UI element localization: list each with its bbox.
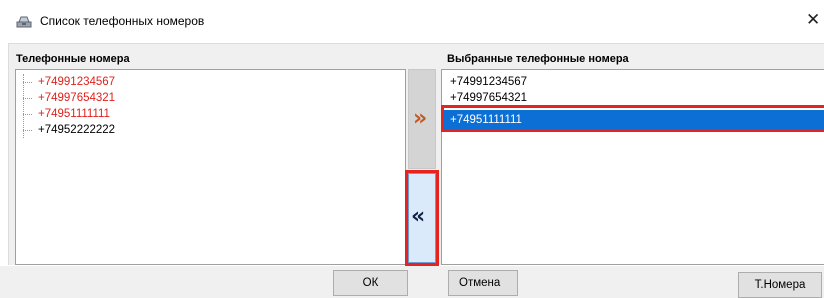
list-item[interactable]: +74952222222 — [38, 122, 115, 138]
list-item[interactable]: +74997654321 — [38, 90, 115, 106]
list-item[interactable]: +74991234567 — [38, 74, 115, 90]
remove-from-selected-button[interactable]: « — [408, 173, 436, 263]
list-item[interactable]: +74991234567 — [450, 74, 527, 90]
ok-button[interactable]: ОК — [333, 270, 408, 296]
list-item[interactable]: +74951111111 — [38, 106, 110, 122]
selected-list-item[interactable]: +74951111111 — [442, 110, 824, 130]
phone-icon — [16, 14, 32, 28]
close-icon[interactable]: ✕ — [806, 8, 824, 32]
double-chevron-right-icon: » — [413, 106, 428, 131]
add-to-selected-button[interactable]: » — [408, 69, 436, 169]
tree-connector — [23, 82, 32, 83]
selected-phones-header: Выбранные телефонные номера — [447, 53, 629, 65]
window-title: Список телефонных номеров — [40, 14, 205, 28]
tree-connector — [23, 98, 32, 99]
list-item-label: +74951111111 — [450, 114, 522, 126]
tree-connector — [23, 114, 32, 115]
phones-header: Телефонные номера — [16, 53, 130, 65]
double-chevron-left-icon: « — [411, 204, 426, 229]
cancel-button[interactable]: Отмена — [448, 270, 518, 296]
selected-phones-list[interactable]: +74991234567 +74997654321 +74951111111 — [441, 69, 824, 265]
button-bar — [0, 266, 824, 298]
list-item[interactable]: +74997654321 — [450, 90, 527, 106]
phone-numbers-button[interactable]: Т.Номера — [738, 272, 822, 298]
phones-list[interactable]: +74991234567 +74997654321 +74951111111 +… — [15, 69, 406, 265]
tree-connector — [23, 130, 32, 131]
tree-connector — [23, 74, 24, 138]
title-bar: Список телефонных номеров ✕ — [0, 0, 824, 40]
